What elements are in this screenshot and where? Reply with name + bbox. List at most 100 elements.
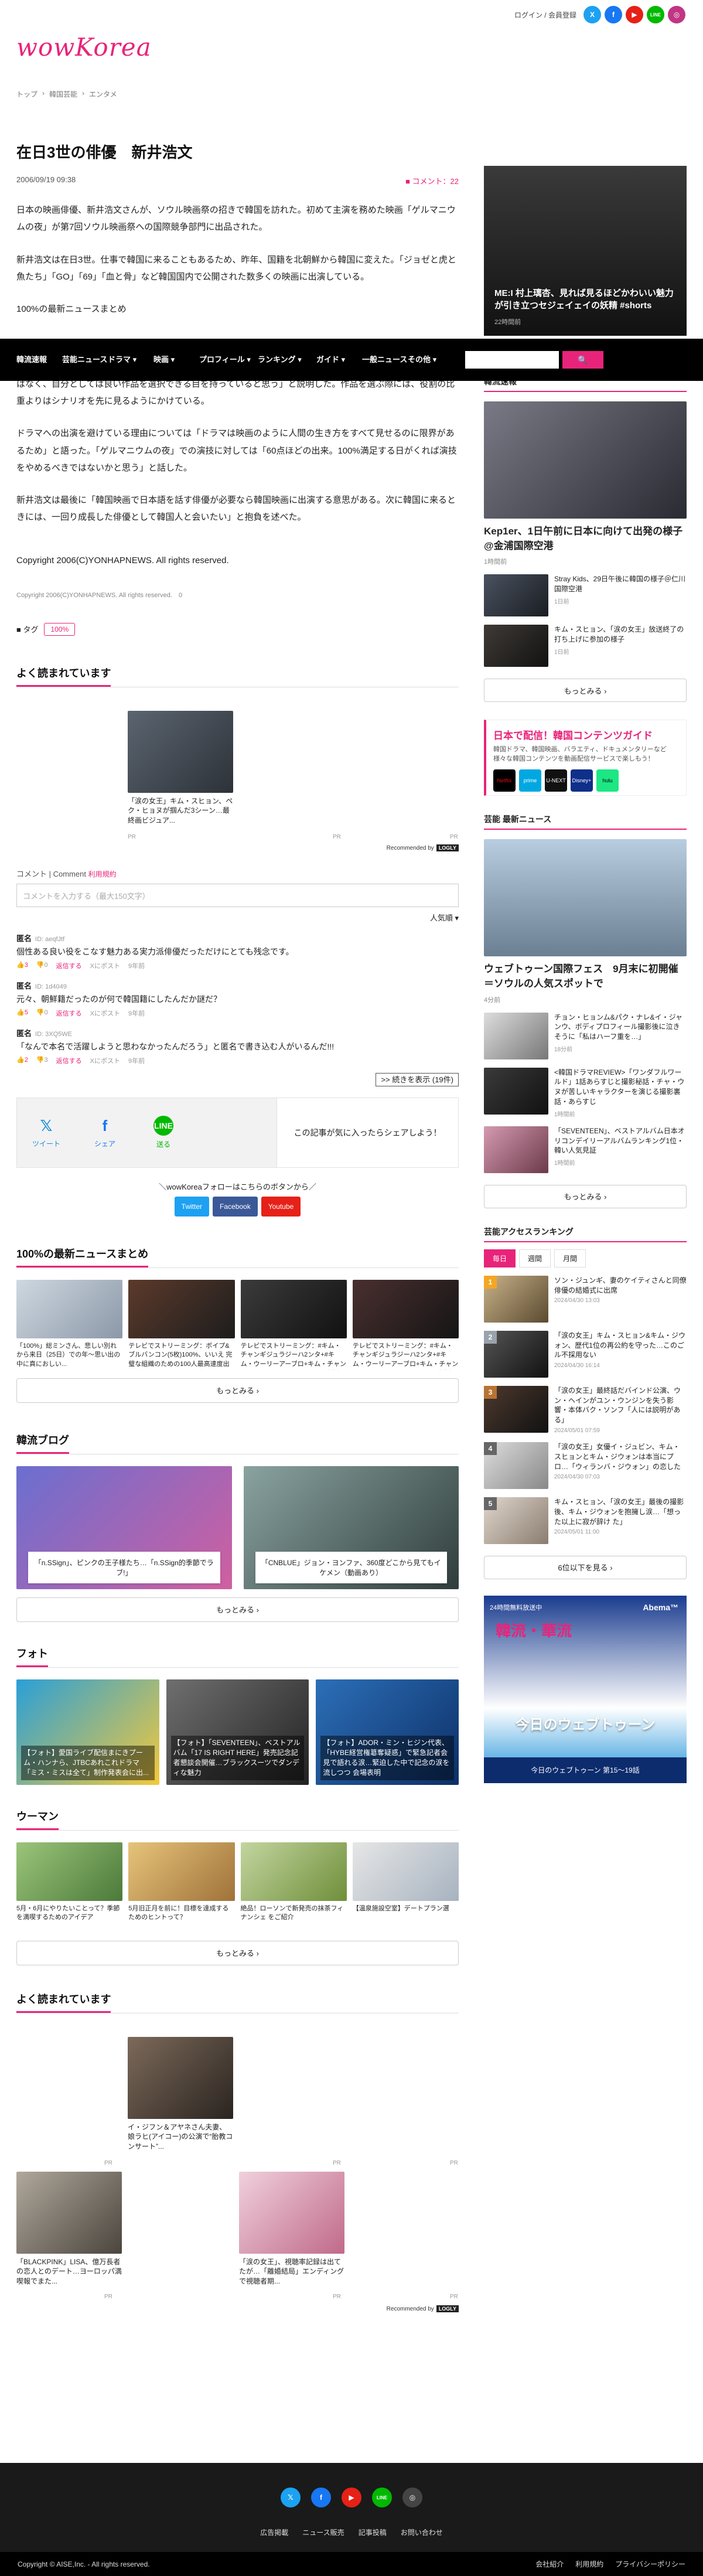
facebook-icon[interactable]: f (311, 2488, 331, 2507)
recommended-by[interactable]: Recommended by LOGLY (387, 844, 459, 851)
bad-button[interactable]: 👎0 (36, 1008, 48, 1018)
rank-item[interactable]: 3 「涙の女王」最終話だバインド公演、ウン・ヘインがユン・ウンジンを失う影響・本体… (484, 1385, 687, 1434)
nav-item[interactable]: 韓流速報 (16, 355, 62, 365)
bad-button[interactable]: 👎0 (36, 961, 48, 970)
rank-item[interactable]: 1 ソン・ジュンギ、妻のケイティさんと同僚俳優の結婚式に出席 2024/04/30 … (484, 1275, 687, 1323)
footer-link[interactable]: ニュース販売 (302, 2527, 344, 2537)
news-card[interactable]: テレビでストリーミング：ボイプ&ブルバンコン(5枚)100%、いいえ 完璧な組織… (128, 1279, 235, 1370)
nav-item[interactable]: ランキング ▾ (258, 355, 316, 365)
blog-card[interactable]: 「CNBLUE」ジョン・ヨンファ、360度どこから見てもイケメン（動画あり） (243, 1466, 459, 1589)
footer-link[interactable]: 記事投稿 (359, 2527, 387, 2537)
site-logo[interactable]: wowKorea (16, 33, 152, 62)
youtube-icon[interactable]: ▶ (626, 6, 643, 23)
nav-item[interactable]: プロフィール ▾ (199, 355, 258, 365)
x-post-link[interactable]: Xにポスト (90, 1056, 120, 1065)
bad-button[interactable]: 👎3 (36, 1056, 48, 1065)
woman-card[interactable]: 絶品！ローソンで新発売の抹茶フィナンシェ をご紹介 (240, 1842, 347, 1933)
good-button[interactable]: 👍2 (16, 1056, 28, 1065)
nav-item[interactable]: その他 ▾ (408, 355, 453, 365)
breadcrumb-top[interactable]: トップ (16, 89, 37, 99)
follow-facebook-button[interactable]: Facebook (213, 1196, 258, 1217)
reco-card[interactable]: 「BLACKPINK」LISA、億万長者の恋人とのデート…ヨーロッパ満喫報でまた… (16, 2171, 122, 2287)
blog-card[interactable]: 「n.SSign」、ピンクの王子様たち…「n.SSign的季節でラブ!」 (16, 1466, 232, 1589)
ent-item[interactable]: 「SEVENTEEN」、ベストアルバム日本オリコンデイリーアルバムランキング1位… (484, 1126, 687, 1173)
ent-hero[interactable]: ウェブトゥーン国際フェス 9月末に初開催＝ソウルの人気スポットで 4分前 (484, 839, 687, 1004)
x-icon[interactable]: X (583, 6, 601, 23)
follow-youtube-button[interactable]: Youtube (261, 1196, 301, 1217)
x-post-link[interactable]: Xにポスト (90, 1008, 120, 1018)
tab-weekly[interactable]: 週間 (519, 1249, 551, 1267)
ent-more-button[interactable]: もっとみる › (484, 1184, 687, 1208)
abema-ad[interactable]: 24時間無料放送中 Abema™ 韓流・華流 今日のウェブトゥーン 今日のウェブ… (484, 1595, 687, 1783)
good-button[interactable]: 👍3 (16, 961, 28, 970)
terms-link[interactable]: 利用規約 (88, 870, 117, 878)
photo-card[interactable]: 【フォト】ADOR・ミン・ヒジン代表、「HYBE経営権簒奪疑惑」で緊急記者会見で… (316, 1679, 459, 1785)
search-icon[interactable]: 🔍 (562, 351, 603, 369)
photo-card[interactable]: 【フォト】「SEVENTEEN」、ベストアルバム「17 IS RIGHT HER… (166, 1679, 309, 1785)
line-share-button[interactable]: LINE 送る (134, 1116, 193, 1149)
recommended-by[interactable]: Recommended by LOGLY (387, 2305, 459, 2312)
woman-card[interactable]: 【温泉施設空室】デートプラン選 (352, 1842, 459, 1933)
nav-item[interactable]: 一般ニュース (362, 355, 408, 365)
flash-item[interactable]: Stray Kids、29日午後に韓国の様子＠仁川国際空港 1日前 (484, 574, 687, 617)
tweet-button[interactable]: 𝕏 ツイート (17, 1117, 76, 1149)
woman-more-button[interactable]: もっとみる › (16, 1940, 459, 1965)
breadcrumb-current[interactable]: エンタメ (89, 89, 117, 99)
nav-search-input[interactable] (465, 351, 559, 369)
flash-more-button[interactable]: もっとみる › (484, 679, 687, 703)
nav-item[interactable]: ドラマ ▾ (108, 355, 153, 365)
ent-item[interactable]: <韓国ドラマREVIEW>「ワンダフルワールド」1話あらすじと撮影秘話・チャ・ウ… (484, 1067, 687, 1118)
flash-item[interactable]: キム・スヒョン、「涙の女王」放送終了の打ち上げに参加の様子 1日前 (484, 625, 687, 667)
rank-item[interactable]: 2 「涙の女王」キム・スヒョン&キム・ジウォン、歴代1位の再公約を守った…このごル… (484, 1330, 687, 1378)
rank-item[interactable]: 4 「涙の女王」女優イ・ジュビン、キム・スヒョンとキム・ジウォンは本当にプロ…「ウ… (484, 1442, 687, 1489)
rank-item[interactable]: 5 キム・スヒョン、「涙の女王」最後の撮影後、キム・ジウォンを抱擁し涙…「想った以… (484, 1497, 687, 1544)
news-matome-link[interactable]: 100%の最新ニュースまとめ (16, 301, 459, 318)
nav-item[interactable]: 芸能ニュース (62, 355, 108, 365)
more-comments-button[interactable]: >> 続きを表示 (19件) (376, 1072, 459, 1086)
woman-card[interactable]: 5月・6月にやりたいことって？季節を満喫するためのアイデア (16, 1842, 123, 1933)
nav-item[interactable]: 映画 ▾ (153, 355, 199, 365)
footer-link[interactable]: お問い合わせ (401, 2527, 443, 2537)
tab-monthly[interactable]: 月間 (554, 1249, 586, 1267)
comment-sort[interactable]: 人気順 ▾ (16, 912, 459, 923)
content-guide-banner[interactable]: 日本で配信！韓国コンテンツガイド 韓国ドラマ、韓国映画、バラエティ、ドキュメンタ… (484, 720, 687, 796)
facebook-icon[interactable]: f (605, 6, 622, 23)
reco-card[interactable]: 「涙の女王」、視聴率記録は出てたが…「離婚結局」エンディングで視聴者期... (239, 2171, 344, 2287)
reply-link[interactable]: 返信する (56, 1008, 82, 1018)
line-icon[interactable]: LINE (647, 6, 664, 23)
x-icon[interactable]: 𝕏 (281, 2488, 301, 2507)
flash-hero[interactable]: Kep1er、1日午前に日本に向けて出発の様子@金浦国際空港 1時間前 (484, 401, 687, 566)
x-post-link[interactable]: Xにポスト (90, 961, 120, 970)
tab-daily[interactable]: 毎日 (484, 1249, 516, 1267)
blog-more-button[interactable]: もっとみる › (16, 1597, 459, 1622)
news-card[interactable]: 「100%」総ミンさん、悲しい別れから来日（25日）での年〜思い出の中に真におし… (16, 1279, 123, 1370)
news-card[interactable]: テレビでストリーミング：#キム・チャンギジュラジーハ2ンタ+#キム・ウーリーアー… (352, 1279, 459, 1370)
reco-card[interactable]: イ・ジフン＆アヤネさん夫妻、娘ラヒ(アイコー)の公演で“胎教コンサート”... (128, 2036, 233, 2152)
facebook-share-button[interactable]: f シェア (76, 1117, 134, 1149)
news-matome-more-button[interactable]: もっとみる › (16, 1378, 459, 1403)
news-card[interactable]: テレビでストリーミング：#キム・チャンギジュラジーハ2ンタ+#キム・ウーリーアー… (240, 1279, 347, 1370)
ent-item[interactable]: チョン・ヒョンム&パク・ナレ&イ・ジャンウ、ボディプロフィール撮影後に泣きそうに… (484, 1012, 687, 1059)
comment-count-link[interactable]: ■ コメント：22 (405, 175, 459, 186)
youtube-icon[interactable]: ▶ (342, 2488, 361, 2507)
rank-more-button[interactable]: 6位以下を見る › (484, 1555, 687, 1579)
reply-link[interactable]: 返信する (56, 961, 82, 970)
reco-card[interactable]: 「涙の女王」キム・スヒョン、ペク・ヒョヌが掴んだ3シーン…最終画ビジュア... (128, 710, 233, 826)
login-link[interactable]: ログイン / 会員登録 (514, 10, 576, 20)
breadcrumb-category[interactable]: 韓国芸能 (49, 89, 77, 99)
photo-card[interactable]: 【フォト】愛国ライブ配信まにきプーム・ハンナら、JTBCあれこれドラマ「ミス・ミ… (16, 1679, 159, 1785)
nav-item[interactable]: ガイド ▾ (316, 355, 362, 365)
tag-chip[interactable]: 100% (44, 622, 76, 636)
footer-link[interactable]: 利用規約 (575, 2559, 603, 2569)
follow-twitter-button[interactable]: Twitter (174, 1196, 210, 1217)
good-button[interactable]: 👍5 (16, 1008, 28, 1018)
footer-link[interactable]: プライバシーポリシー (615, 2559, 685, 2569)
footer-link[interactable]: 広告掲載 (260, 2527, 288, 2537)
line-icon[interactable]: LINE (372, 2488, 392, 2507)
side-video-card[interactable]: ME:I 村上璃杏、見れば見るほどかわいい魅力が引き立つセジェイェイの妖精 #s… (484, 166, 687, 336)
instagram-icon[interactable]: ◎ (668, 6, 685, 23)
woman-card[interactable]: 5月旧正月を前に！目標を達成するためのヒントって？ (128, 1842, 235, 1933)
footer-link[interactable]: 会社紹介 (535, 2559, 564, 2569)
reply-link[interactable]: 返信する (56, 1056, 82, 1065)
comment-input[interactable]: コメントを入力する（最大150文字） (16, 883, 459, 907)
